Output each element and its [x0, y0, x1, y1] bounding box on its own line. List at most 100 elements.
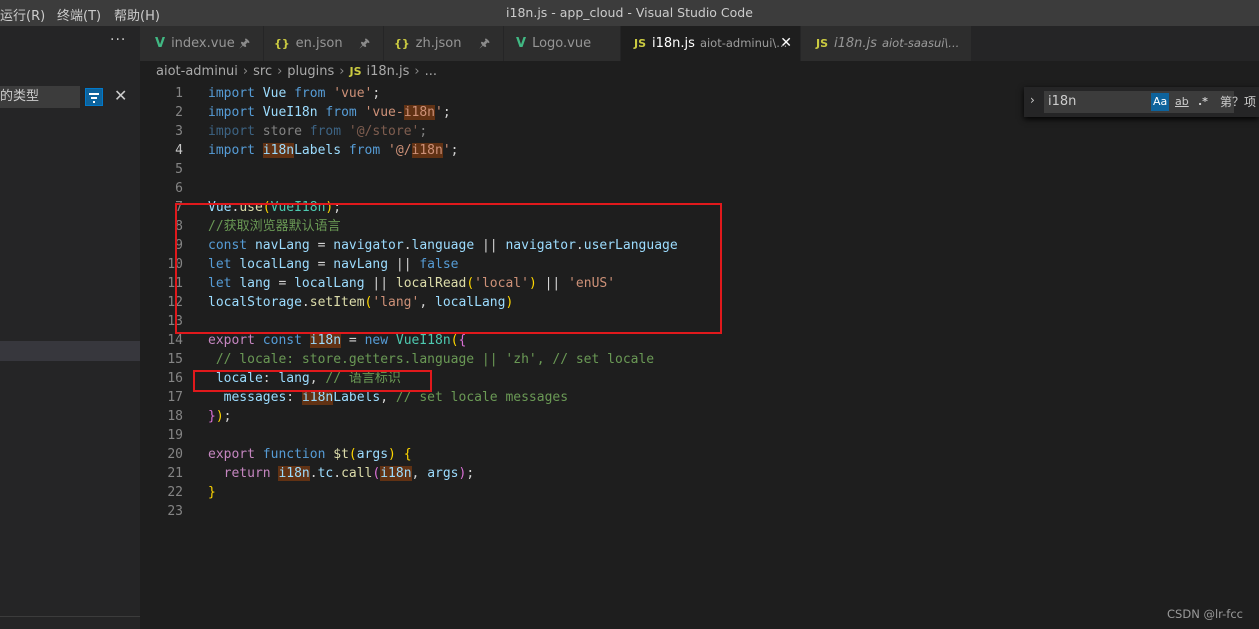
tab-zh-json[interactable]: {} zh.json 🖈: [384, 26, 504, 61]
js-file-icon: JS: [816, 37, 829, 50]
code-token: export: [208, 447, 255, 462]
whole-word-toggle[interactable]: ab: [1173, 93, 1191, 111]
code-line[interactable]: 3 import store from '@/store';: [140, 122, 1259, 141]
code-token: {: [403, 447, 412, 462]
code-token: }: [208, 485, 216, 500]
code-token: messages: [223, 390, 287, 405]
tab-logo-vue[interactable]: V Logo.vue: [504, 26, 621, 61]
sidebar-close-icon[interactable]: ✕: [114, 86, 127, 105]
pin-icon[interactable]: 🖈: [479, 26, 490, 61]
line-number: 22: [167, 485, 183, 500]
code-token: '@/: [388, 143, 412, 158]
title-bar: 运行(R) 终端(T) 帮助(H) i18n.js - app_cloud - …: [0, 0, 1259, 26]
code-token: function: [262, 447, 326, 462]
vue-file-icon: V: [516, 36, 527, 51]
code-token: (: [450, 333, 459, 348]
code-token: new: [364, 333, 389, 348]
code-token: i18n: [309, 333, 342, 348]
code-text: // locale: store.getters.language || 'zh…: [208, 350, 654, 369]
code-line[interactable]: 18});: [140, 407, 1259, 426]
code-line[interactable]: 20 export function $t(args) {: [140, 445, 1259, 464]
more-actions-icon[interactable]: ···: [110, 32, 126, 48]
code-token: import: [208, 124, 255, 139]
code-token: VueI18n: [262, 105, 318, 120]
code-line[interactable]: 23: [140, 502, 1259, 521]
line-number: 18: [167, 409, 183, 424]
code-line[interactable]: 15 // locale: store.getters.language || …: [140, 350, 1259, 369]
code-token: VueI18n: [395, 333, 451, 348]
close-icon[interactable]: ✕: [780, 26, 792, 61]
breadcrumb-separator: ›: [414, 64, 420, 79]
tab-description: aiot-adminui\...: [699, 36, 788, 50]
breadcrumb-item[interactable]: src: [253, 64, 272, 79]
code-token: ': [435, 105, 443, 120]
match-case-toggle[interactable]: Aa: [1151, 93, 1170, 111]
filter-icon[interactable]: [85, 88, 103, 106]
code-token: ): [388, 447, 396, 462]
code-line[interactable]: 22}: [140, 483, 1259, 502]
breadcrumb-item[interactable]: plugins: [287, 64, 334, 79]
code-token: args: [356, 447, 389, 462]
code-token: import: [208, 143, 255, 158]
code-line[interactable]: 5: [140, 160, 1259, 179]
code-token: from: [309, 124, 342, 139]
code-text: import VueI18n from 'vue-i18n';: [208, 103, 451, 122]
code-token: Labels: [333, 390, 381, 405]
line-number: 15: [167, 352, 183, 367]
code-token: :: [286, 390, 302, 405]
tab-en-json[interactable]: {} en.json 🖈: [264, 26, 384, 61]
code-token: }: [208, 409, 216, 424]
code-token: $t: [333, 447, 349, 462]
code-line[interactable]: 4 import i18nLabels from '@/i18n';: [140, 141, 1259, 160]
code-token: export: [208, 333, 255, 348]
pin-icon[interactable]: 🖈: [359, 26, 370, 61]
tab-index-vue[interactable]: Vindex.vue 🖈: [140, 26, 264, 61]
tab-label: Logo.vue: [532, 36, 592, 51]
code-token: import: [208, 105, 255, 120]
code-editor[interactable]: 1 import Vue from 'vue'; 2 import VueI18n f…: [140, 83, 1259, 629]
line-number: 6: [175, 181, 183, 196]
json-file-icon: {}: [274, 37, 290, 50]
watermark: CSDN @lr-fcc: [1167, 607, 1243, 621]
code-line[interactable]: 21 return i18n.tc.call(i18n, args);: [140, 464, 1259, 483]
tab-i18n-js-adminui[interactable]: JS i18n.js aiot-adminui\... ✕: [621, 26, 801, 61]
sidebar-divider: [0, 616, 140, 617]
breadcrumb-symbol[interactable]: ...: [425, 64, 437, 79]
breadcrumb-item[interactable]: aiot-adminui: [156, 64, 238, 79]
annotation-box-language-detect: [175, 203, 722, 334]
breadcrumb-separator: ›: [242, 64, 249, 79]
code-token: i18n: [380, 466, 412, 481]
tab-label: en.json: [295, 36, 343, 51]
code-token: .: [309, 466, 318, 481]
code-token: ;: [466, 466, 475, 481]
code-token: =: [341, 333, 365, 348]
sidebar-selected-row[interactable]: [0, 341, 140, 361]
pin-icon[interactable]: 🖈: [239, 26, 250, 61]
tab-i18n-js-saasui[interactable]: JS i18n.js aiot-saasui\...: [801, 26, 972, 61]
code-token: return: [223, 466, 271, 481]
breadcrumb-file[interactable]: i18n.js: [367, 64, 410, 79]
breadcrumb: aiot-adminui › src › plugins › JS i18n.js ›...: [156, 64, 437, 79]
code-token: ;: [419, 124, 428, 139]
code-token: store: [254, 124, 310, 139]
sidebar-search-input[interactable]: 的类型: [0, 86, 80, 108]
tab-label: i18n.js: [652, 36, 695, 51]
regex-toggle[interactable]: .*: [1196, 93, 1210, 111]
code-token: {: [458, 333, 467, 348]
code-token: i18n: [301, 390, 334, 405]
code-token: tc: [317, 466, 334, 481]
line-number: 1: [175, 86, 183, 101]
code-token: from: [325, 105, 357, 120]
code-line[interactable]: 19: [140, 426, 1259, 445]
code-line[interactable]: 6: [140, 179, 1259, 198]
find-widget: › i18n Aa ab .* 第？项: [1024, 87, 1259, 117]
toggle-replace-chevron-icon[interactable]: ›: [1030, 93, 1035, 107]
